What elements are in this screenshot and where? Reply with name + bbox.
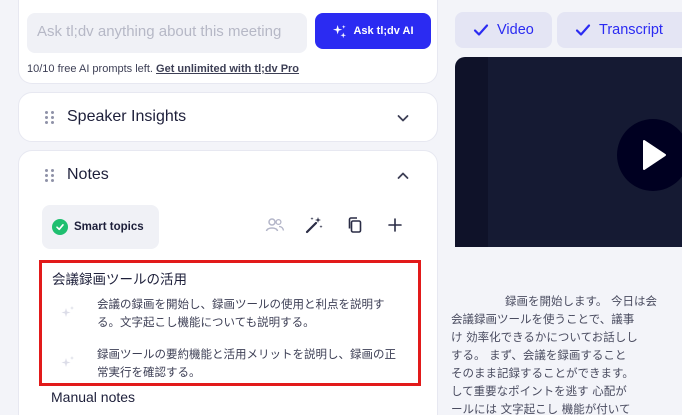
manual-notes-heading: Manual notes (51, 389, 136, 405)
transcript-line: して重要なポイントを逃す 心配が (451, 384, 627, 398)
check-circle-icon (52, 219, 68, 235)
check-icon (575, 24, 591, 36)
prompts-count: 10/10 free AI prompts left. (27, 63, 153, 75)
smart-topics-label: Smart topics (74, 221, 144, 233)
tab-transcript-label: Transcript (599, 22, 663, 38)
topic-bullet-text: 録画ツールの要約機能と活用メリットを説明し、録画の正常実行を確認する。 (97, 347, 396, 379)
people-icon[interactable] (265, 215, 285, 235)
notes-title: Notes (67, 166, 109, 183)
left-panel: Ask tl;dv anything about this meeting As… (0, 0, 446, 415)
transcript-line: け 効率化できるかについてお話しし (451, 330, 638, 344)
tab-video[interactable]: Video (455, 12, 552, 48)
smart-topics-highlight: 会議録画ツールの活用 会議の録画を開始し、録画ツールの使用と利点を説明する。文字… (39, 260, 421, 386)
chevron-up-icon[interactable] (397, 170, 409, 182)
play-icon (643, 140, 666, 170)
tab-transcript[interactable]: Transcript (557, 12, 682, 48)
transcript-line: 会議録画ツールを使うことで、議事 (451, 312, 635, 326)
video-player[interactable] (455, 57, 682, 247)
speaker-insights-card: Speaker Insights (18, 92, 438, 142)
copy-icon[interactable] (345, 215, 365, 235)
add-icon[interactable] (385, 215, 405, 235)
smart-topics-button[interactable]: Smart topics (42, 205, 159, 249)
notes-header[interactable]: Notes (19, 151, 437, 201)
topic-bullet-text: 会議の録画を開始し、録画ツールの使用と利点を説明する。文字起こし機能についても説… (97, 297, 385, 329)
drag-handle-icon[interactable] (45, 111, 55, 125)
prompts-left-text: 10/10 free AI prompts left. Get unlimite… (27, 63, 299, 75)
tab-video-label: Video (497, 22, 534, 38)
speaker-insights-title: Speaker Insights (67, 108, 187, 125)
ask-ai-input[interactable]: Ask tl;dv anything about this meeting (27, 13, 307, 53)
chevron-down-icon[interactable] (397, 112, 409, 124)
transcript-line: そのまま記録することができます。 (451, 366, 634, 380)
play-button[interactable] (617, 119, 682, 191)
transcript-line: 録画を開始します。 今日は会 (505, 294, 658, 308)
sparkle-icon (333, 24, 347, 38)
notes-card: Notes Smart topics 会議録画ツールの活用 会議の録画を開始し、… (18, 150, 438, 415)
transcript-text: 録画を開始します。 今日は会 会議録画ツールを使うことで、議事 け 効率化できる… (451, 292, 682, 415)
transcript-line: する。 まず、会議を録画すること (451, 348, 627, 362)
topic-title: 会議録画ツールの活用 (52, 272, 187, 288)
upgrade-link[interactable]: Get unlimited with tl;dv Pro (156, 63, 299, 75)
drag-handle-icon[interactable] (45, 169, 55, 183)
right-panel: Video Transcript 録画を開始します。 今日は会 会議録画ツールを… (446, 0, 682, 415)
sparkle-icon (61, 356, 74, 367)
transcript-line: ールには 文字起こし 機能が付いて (451, 402, 631, 415)
ask-ai-button-label: Ask tl;dv AI (353, 25, 414, 37)
ask-ai-card: Ask tl;dv anything about this meeting As… (18, 0, 438, 84)
speaker-insights-header[interactable]: Speaker Insights (19, 93, 437, 143)
magic-wand-icon[interactable] (304, 215, 324, 235)
ask-ai-button[interactable]: Ask tl;dv AI (315, 13, 431, 49)
sparkle-icon (61, 306, 74, 317)
check-icon (473, 24, 489, 36)
